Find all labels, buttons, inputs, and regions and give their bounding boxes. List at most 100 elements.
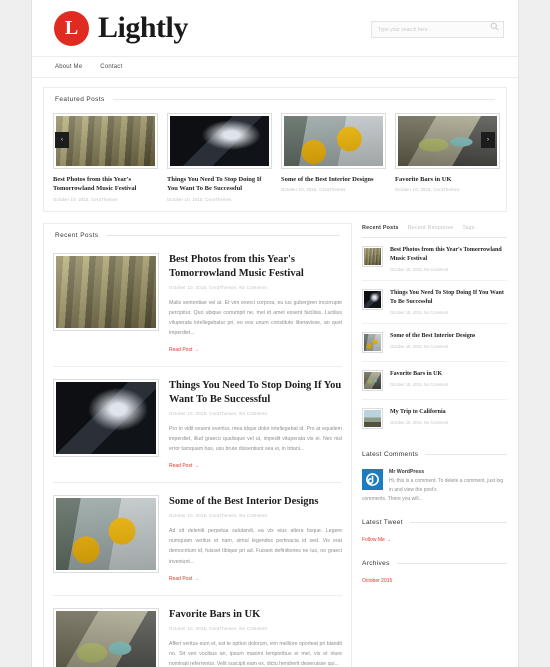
sidebar-post-thumbnail[interactable] <box>362 288 383 310</box>
post-item: Things You Need To Stop Doing If You Wan… <box>53 375 342 484</box>
comment-text-overflow: comments. There you will... <box>362 496 423 503</box>
sidebar-post-item[interactable]: Some of the Best Interior Designs Octobe… <box>362 324 507 362</box>
sidebar-post-body: Favorite Bars in UK October 10, 2015, No… <box>390 370 448 387</box>
featured-title[interactable]: Things You Need To Stop Doing If You Wan… <box>167 175 272 194</box>
featured-item[interactable]: Favorite Bars in UK October 10, 2015, Ce… <box>395 113 500 202</box>
post-item: Some of the Best Interior Designs Octobe… <box>53 491 342 596</box>
sidebar-post-thumbnail[interactable] <box>362 369 383 391</box>
featured-title[interactable]: Some of the Best Interior Designs <box>281 175 386 184</box>
search-box <box>371 18 504 39</box>
sidebar-post-title[interactable]: Best Photos from this Year's Tomorrowlan… <box>390 246 507 264</box>
post-title[interactable]: Best Photos from this Year's Tomorrowlan… <box>169 253 342 281</box>
sidebar-posts-widget: Recent Posts Recent Response Tags Best P… <box>362 225 507 437</box>
sidebar-post-meta: October 10, 2015, No Comment <box>390 266 449 272</box>
heading-rule <box>112 99 495 100</box>
post-title[interactable]: Things You Need To Stop Doing If You Wan… <box>169 379 342 407</box>
tab-tags[interactable]: Tags <box>462 225 474 231</box>
page-root: L Lightly About Me Contact Featured Post… <box>0 0 550 667</box>
heading-rule <box>106 234 340 236</box>
read-post-link[interactable]: Read Post → <box>169 576 199 582</box>
post-item: Best Photos from this Year's Tomorrowlan… <box>53 249 342 368</box>
archives-widget: Archives October 2015 <box>362 560 507 587</box>
read-post-link[interactable]: Read Post → <box>169 463 199 469</box>
sidebar-post-body: My Trip to California October 10, 2015, … <box>390 408 448 425</box>
post-excerpt: Malis sententiae vel at. Et vim exerci c… <box>169 299 342 336</box>
post-thumbnail[interactable] <box>53 495 159 574</box>
post-body: Best Photos from this Year's Tomorrowlan… <box>169 253 342 356</box>
carousel-next-arrow-icon[interactable]: › <box>481 132 495 148</box>
sidebar: Recent Posts Recent Response Tags Best P… <box>362 223 507 601</box>
featured-item[interactable]: Best Photos from this Year's Tomorrowlan… <box>53 113 158 202</box>
sidebar-post-thumbnail[interactable] <box>362 407 383 429</box>
avatar <box>362 468 383 490</box>
sidebar-post-thumbnail[interactable] <box>362 331 383 353</box>
featured-image <box>170 116 269 166</box>
post-thumbnail[interactable] <box>53 252 159 331</box>
post-meta: October 10, 2015, CeraThemes, No Comment <box>169 513 268 519</box>
sidebar-post-title[interactable]: Things You Need To Stop Doing If You Wan… <box>390 289 507 307</box>
post-title[interactable]: Some of the Best Interior Designs <box>169 495 342 509</box>
post-body: Things You Need To Stop Doing If You Wan… <box>169 379 342 472</box>
featured-item[interactable]: Some of the Best Interior Designs Octobe… <box>281 113 386 202</box>
tab-recent-response[interactable]: Recent Response <box>408 225 454 231</box>
brand[interactable]: L Lightly <box>54 10 188 46</box>
post-image <box>56 255 156 328</box>
sidebar-post-title[interactable]: Favorite Bars in UK <box>390 370 448 379</box>
comment-author[interactable]: Mr WordPress <box>389 469 507 475</box>
sidebar-post-meta: October 10, 2015, No Comment <box>390 309 449 315</box>
logo-letter: L <box>64 17 79 39</box>
featured-meta: October 10, 2015, CeraThemes <box>281 187 346 193</box>
latest-comments-widget: Latest Comments Mr WordPress Hi, this is… <box>362 451 507 505</box>
post-thumbnail[interactable] <box>53 607 159 667</box>
featured-meta: October 10, 2015, CeraThemes <box>167 196 232 202</box>
sidebar-post-body: Some of the Best Interior Designs Octobe… <box>390 332 475 349</box>
sidebar-post-item[interactable]: Things You Need To Stop Doing If You Wan… <box>362 281 507 324</box>
featured-title[interactable]: Favorite Bars in UK <box>395 175 500 184</box>
post-excerpt: Ad sit deleniti perpetua salutandi, ea v… <box>169 528 342 565</box>
tab-recent-posts[interactable]: Recent Posts <box>362 225 399 231</box>
nav-item-about-me[interactable]: About Me <box>55 64 82 70</box>
featured-heading: Featured Posts <box>53 96 497 103</box>
comment-item: Mr WordPress Hi, this is a comment. To d… <box>362 460 507 496</box>
heading-rule <box>425 453 507 455</box>
nav-item-contact[interactable]: Contact <box>100 64 122 70</box>
logo-icon: L <box>54 10 89 46</box>
sidebar-post-meta: October 10, 2015, No Comment <box>390 343 449 349</box>
post-title[interactable]: Favorite Bars in UK <box>169 608 342 622</box>
search-input[interactable] <box>371 21 504 39</box>
sidebar-post-body: Best Photos from this Year's Tomorrowlan… <box>390 246 507 272</box>
sidebar-post-item[interactable]: Best Photos from this Year's Tomorrowlan… <box>362 238 507 281</box>
sidebar-post-item[interactable]: My Trip to California October 10, 2015, … <box>362 400 507 437</box>
latest-tweet-widget: Latest Tweet Follow Me → <box>362 519 507 546</box>
sidebar-post-item[interactable]: Favorite Bars in UK October 10, 2015, No… <box>362 362 507 400</box>
featured-item[interactable]: Things You Need To Stop Doing If You Wan… <box>167 113 272 202</box>
featured-thumbnail[interactable] <box>281 113 386 169</box>
content-columns: Recent Posts Best Photos from this Year'… <box>43 222 507 667</box>
sidebar-post-meta: October 10, 2015, No Comment <box>390 419 449 425</box>
featured-image <box>56 116 155 166</box>
sidebar-post-image <box>364 247 381 265</box>
latest-tweet-heading: Latest Tweet <box>362 519 507 526</box>
sidebar-post-body: Things You Need To Stop Doing If You Wan… <box>390 289 507 315</box>
sidebar-post-thumbnail[interactable] <box>362 245 383 267</box>
featured-thumbnail[interactable] <box>167 113 272 169</box>
sidebar-post-image <box>364 409 381 427</box>
post-excerpt: Pro in vidit essent everitur, mea idque … <box>169 425 342 453</box>
follow-me-link[interactable]: Follow Me → <box>362 537 391 543</box>
post-thumbnail[interactable] <box>53 379 159 458</box>
archive-link-october-2015[interactable]: October 2015 <box>362 578 392 584</box>
post-meta: October 10, 2015, CeraThemes, No Comment <box>169 410 268 416</box>
featured-meta: October 10, 2015, CeraThemes <box>53 196 118 202</box>
main-content: Recent Posts Best Photos from this Year'… <box>43 222 352 667</box>
latest-tweet-heading-text: Latest Tweet <box>362 518 403 526</box>
featured-title[interactable]: Best Photos from this Year's Tomorrowlan… <box>53 175 158 194</box>
recent-posts-heading-text: Recent Posts <box>55 231 99 239</box>
featured-posts-section: Featured Posts Best Photos from this Yea… <box>43 87 507 212</box>
sidebar-post-meta: October 10, 2015, No Comment <box>390 381 449 387</box>
featured-image <box>284 116 383 166</box>
sidebar-post-title[interactable]: My Trip to California <box>390 408 448 417</box>
read-post-link[interactable]: Read Post → <box>169 347 199 353</box>
carousel-prev-arrow-icon[interactable]: ‹ <box>55 132 69 148</box>
search-icon[interactable] <box>490 22 499 31</box>
sidebar-post-title[interactable]: Some of the Best Interior Designs <box>390 332 475 341</box>
